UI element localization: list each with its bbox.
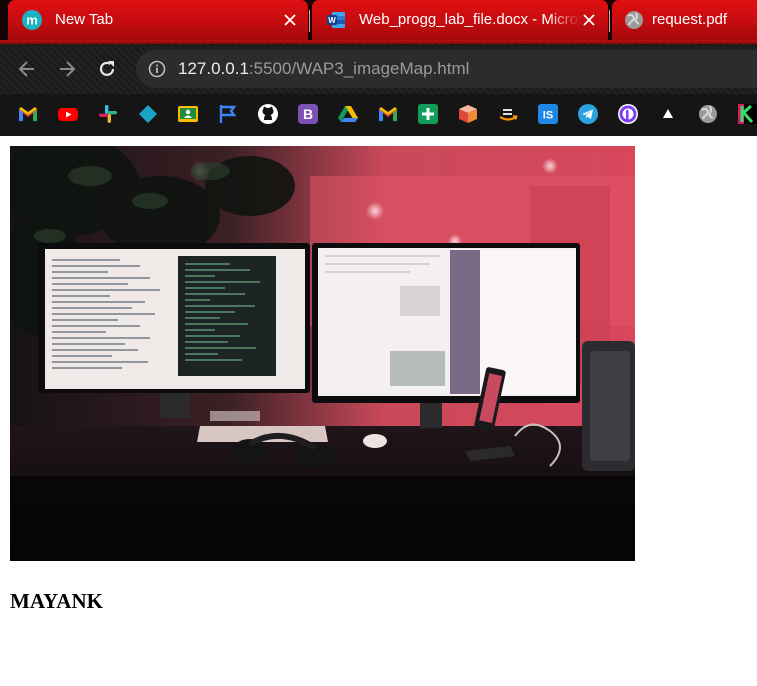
reload-button[interactable]	[94, 56, 120, 82]
arrow-right-icon	[60, 61, 76, 77]
globe-icon	[625, 11, 643, 29]
google-sheets-icon[interactable]	[417, 103, 439, 125]
info-icon[interactable]	[148, 60, 166, 78]
k-icon[interactable]	[737, 103, 757, 125]
triangle-icon[interactable]	[657, 103, 679, 125]
desk-setup-image	[10, 146, 635, 561]
diamond-icon[interactable]	[137, 103, 159, 125]
url-text[interactable]: 127.0.0.1:5500/WAP3_imageMap.html	[178, 59, 469, 79]
svg-text:IS: IS	[543, 110, 553, 122]
is-icon[interactable]: IS	[537, 103, 559, 125]
tab-title: Web_progg_lab_file.docx - Microsoft Word…	[359, 11, 581, 28]
tab-separator	[609, 10, 610, 32]
p-icon[interactable]	[617, 103, 639, 125]
svg-text:m: m	[26, 13, 38, 28]
cube-icon[interactable]	[457, 103, 479, 125]
tab-request-pdf[interactable]: request.pdf	[612, 0, 757, 40]
url-host: 127.0.0.1	[178, 59, 249, 78]
slack-icon[interactable]	[97, 103, 119, 125]
url-path: :5500/WAP3_imageMap.html	[248, 59, 470, 78]
amazon-icon[interactable]	[497, 103, 519, 125]
tab-separator	[309, 10, 310, 32]
google-classroom-icon[interactable]	[177, 103, 199, 125]
back-button[interactable]	[14, 56, 40, 82]
address-bar[interactable]: 127.0.0.1:5500/WAP3_imageMap.html	[136, 50, 757, 88]
arrow-left-icon	[18, 61, 34, 77]
tab-title: New Tab	[55, 11, 114, 28]
svg-text:W: W	[328, 16, 336, 25]
telegram-icon[interactable]	[577, 103, 599, 125]
gmail-icon[interactable]	[17, 103, 39, 125]
google-drive-icon[interactable]	[337, 103, 359, 125]
tab-strip: m New Tab W Web_progg_lab_file.docx - Mi…	[0, 0, 757, 44]
monitors-illustration	[10, 146, 635, 561]
close-icon[interactable]	[579, 10, 599, 30]
bookmarks-bar: B IS	[0, 94, 757, 136]
tab-word-document[interactable]: W Web_progg_lab_file.docx - Microsoft Wo…	[312, 0, 608, 40]
forward-button[interactable]	[54, 56, 80, 82]
close-icon[interactable]	[280, 10, 300, 30]
flag-icon[interactable]	[217, 103, 239, 125]
bootstrap-icon[interactable]: B	[297, 103, 319, 125]
reload-icon	[99, 61, 115, 76]
globe-icon[interactable]	[697, 103, 719, 125]
github-icon[interactable]	[257, 103, 279, 125]
m-avatar-icon: m	[22, 10, 42, 30]
tab-title: request.pdf	[652, 11, 728, 28]
browser-toolbar: 127.0.0.1:5500/WAP3_imageMap.html	[0, 44, 757, 94]
page-heading: MAYANK	[10, 589, 103, 613]
svg-text:B: B	[303, 106, 313, 122]
tab-new-tab[interactable]: m New Tab	[8, 0, 308, 40]
gmail-icon[interactable]	[377, 103, 399, 125]
word-icon: W	[327, 12, 345, 28]
youtube-icon[interactable]	[57, 103, 79, 125]
